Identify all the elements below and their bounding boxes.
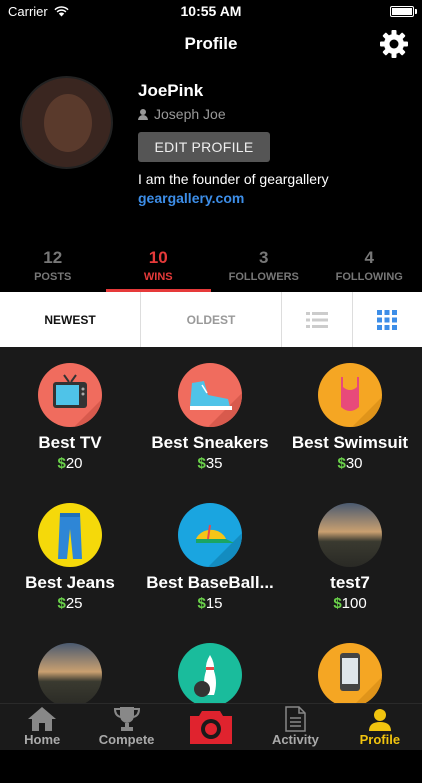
grid-item[interactable]: Best Jeans $25 (0, 503, 140, 643)
price-value: 30 (346, 455, 363, 472)
price-value: 100 (342, 595, 367, 612)
stat-count: 12 (0, 248, 106, 268)
sort-oldest-tab[interactable]: OLDEST (141, 292, 282, 347)
tab-compete[interactable]: Compete (84, 704, 168, 750)
stat-count: 3 (211, 248, 317, 268)
profile-header: JoePink Joseph Joe EDIT PROFILE I am the… (0, 76, 422, 252)
real-name: Joseph Joe (154, 106, 226, 122)
tab-activity[interactable]: Activity (253, 704, 337, 750)
item-price: $100 (333, 595, 366, 612)
currency-symbol: $ (197, 595, 205, 612)
item-price: $20 (57, 455, 82, 472)
price-value: 35 (206, 455, 223, 472)
person-icon (138, 109, 148, 120)
grid-view-button[interactable] (353, 292, 422, 347)
stat-label: FOLLOWERS (211, 271, 317, 283)
price-value: 20 (66, 455, 83, 472)
home-icon (27, 706, 57, 732)
page-title: Profile (185, 34, 238, 54)
price-value: 15 (206, 595, 223, 612)
bowling-icon (178, 643, 242, 707)
stat-count: 10 (106, 248, 212, 268)
gear-icon[interactable] (378, 28, 410, 60)
stat-posts[interactable]: 12 POSTS (0, 242, 106, 292)
currency-symbol: $ (57, 455, 65, 472)
grid-item[interactable]: Best Swimsuit $30 (280, 363, 420, 503)
sneaker-icon (178, 363, 242, 427)
grid-item[interactable]: Best TV $20 (0, 363, 140, 503)
phone-icon (318, 643, 382, 707)
battery-icon (390, 6, 414, 17)
tab-camera[interactable] (169, 704, 253, 750)
currency-symbol: $ (337, 455, 345, 472)
tab-bar: Home Compete Activity Profile (0, 703, 422, 750)
stat-label: FOLLOWING (317, 271, 422, 283)
view-toggle (282, 292, 422, 347)
grid-item[interactable]: Best Sneakers $35 (140, 363, 280, 503)
person-icon (368, 708, 392, 732)
camera-icon (188, 708, 234, 746)
sort-newest-tab[interactable]: NEWEST (0, 292, 141, 347)
tab-home[interactable]: Home (0, 704, 84, 750)
grid-item[interactable]: test7 $100 (280, 503, 420, 643)
stats-bar: 12 POSTS 10 WINS 3 FOLLOWERS 4 FOLLOWING (0, 242, 422, 292)
nav-bar: Profile (0, 22, 422, 66)
status-bar: Carrier 10:55 AM (0, 0, 422, 22)
list-view-button[interactable] (282, 292, 353, 347)
jeans-icon (38, 503, 102, 567)
landscape-photo (38, 643, 102, 707)
item-name: Best TV (38, 433, 101, 453)
grid-icon (377, 310, 397, 330)
clock: 10:55 AM (0, 3, 422, 19)
item-price: $35 (197, 455, 222, 472)
currency-symbol: $ (333, 595, 341, 612)
sort-bar: NEWEST OLDEST (0, 292, 422, 347)
item-name: Best Sneakers (151, 433, 268, 453)
item-price: $25 (57, 595, 82, 612)
website-link[interactable]: geargallery.com (138, 190, 244, 206)
baseball-cap-icon (178, 503, 242, 567)
tab-label: Profile (360, 732, 400, 747)
currency-symbol: $ (197, 455, 205, 472)
bio: I am the founder of geargallery (138, 171, 329, 187)
wins-grid: Best TV $20 Best Sneakers $35 Best Swims… (0, 347, 422, 703)
price-value: 25 (66, 595, 83, 612)
tv-icon (38, 363, 102, 427)
item-price: $30 (337, 455, 362, 472)
tab-profile[interactable]: Profile (338, 704, 422, 750)
item-name: Best Jeans (25, 573, 115, 593)
item-name: Best BaseBall... (146, 573, 274, 593)
stat-followers[interactable]: 3 FOLLOWERS (211, 242, 317, 292)
tab-label: Home (24, 732, 60, 747)
list-icon (306, 311, 328, 329)
item-name: Best Swimsuit (292, 433, 408, 453)
username: JoePink (138, 81, 203, 101)
stat-following[interactable]: 4 FOLLOWING (317, 242, 422, 292)
currency-symbol: $ (57, 595, 65, 612)
tab-label: Activity (272, 732, 319, 747)
edit-profile-button[interactable]: EDIT PROFILE (138, 132, 270, 162)
stat-count: 4 (317, 248, 422, 268)
landscape-photo (318, 503, 382, 567)
item-price: $15 (197, 595, 222, 612)
stat-wins[interactable]: 10 WINS (106, 242, 212, 292)
stat-label: WINS (106, 271, 212, 283)
grid-item[interactable]: Best BaseBall... $15 (140, 503, 280, 643)
document-icon (284, 706, 306, 732)
avatar (20, 76, 113, 169)
swimsuit-icon (318, 363, 382, 427)
trophy-icon (113, 706, 141, 732)
item-name: test7 (330, 573, 370, 593)
real-name-row: Joseph Joe (138, 106, 226, 122)
tab-label: Compete (99, 732, 155, 747)
stat-label: POSTS (0, 271, 106, 283)
